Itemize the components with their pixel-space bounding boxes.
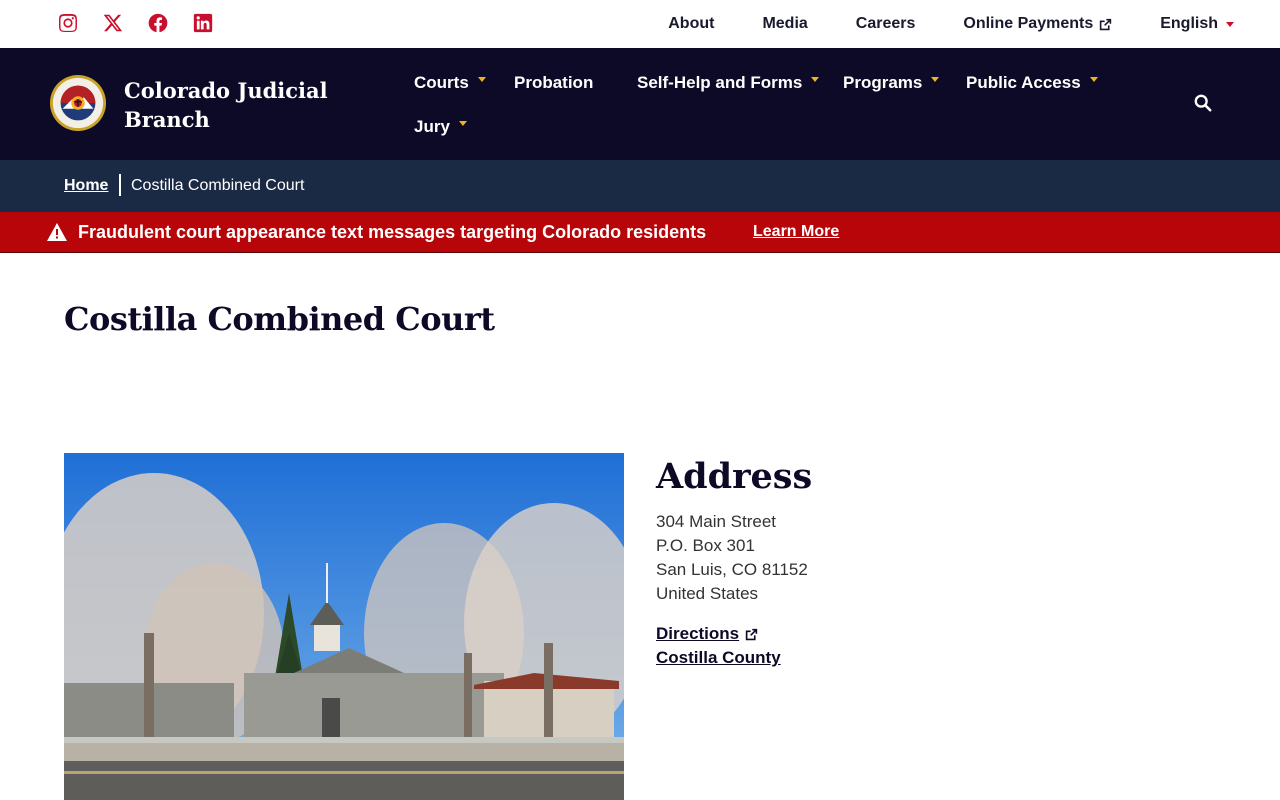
social-links <box>57 12 237 34</box>
linkedin-icon[interactable] <box>192 12 214 34</box>
chevron-down-icon <box>477 76 486 82</box>
breadcrumb: Home Costilla Combined Court <box>0 160 1280 212</box>
nav-programs[interactable]: Programs <box>843 73 940 93</box>
nav-public-access[interactable]: Public Access <box>966 73 1098 93</box>
online-payments-link[interactable]: Online Payments <box>963 15 1112 33</box>
about-link[interactable]: About <box>668 15 714 33</box>
nav-jury[interactable]: Jury <box>414 117 467 137</box>
media-link[interactable]: Media <box>762 15 807 33</box>
nav-courts[interactable]: Courts <box>414 73 486 93</box>
address-line-4: United States <box>656 584 759 603</box>
chevron-down-icon <box>931 76 940 82</box>
external-link-icon <box>745 628 758 640</box>
address-heading: Address <box>656 456 813 497</box>
x-icon[interactable] <box>102 12 124 34</box>
chevron-down-icon <box>1089 76 1098 82</box>
courthouse-photo <box>64 453 624 800</box>
address-links: Directions Costilla County <box>656 622 781 670</box>
address-line-2: P.O. Box 301 <box>656 536 755 555</box>
main-header: Colorado Judicial Branch Courts Probatio… <box>0 48 1280 160</box>
breadcrumb-current: Costilla Combined Court <box>131 177 305 194</box>
utility-bar: About Media Careers Online Payments Engl… <box>0 0 1280 48</box>
facebook-icon[interactable] <box>147 12 169 34</box>
careers-link[interactable]: Careers <box>856 15 916 33</box>
warning-icon <box>47 223 67 241</box>
court-seal-logo[interactable] <box>49 74 107 132</box>
address-line-1: 304 Main Street <box>656 512 777 531</box>
county-link[interactable]: Costilla County <box>656 646 781 670</box>
nav-probation[interactable]: Probation <box>514 73 593 93</box>
external-link-icon <box>1100 18 1112 30</box>
page-title: Costilla Combined Court <box>64 300 495 338</box>
search-button[interactable] <box>1194 94 1214 114</box>
chevron-down-icon <box>811 76 820 82</box>
search-icon <box>1194 94 1212 112</box>
address-line-3: San Luis, CO 81152 <box>656 560 808 579</box>
alert-banner: Fraudulent court appearance text message… <box>0 212 1280 253</box>
learn-more-link[interactable]: Learn More <box>753 223 839 241</box>
language-selector[interactable]: English <box>1160 15 1234 33</box>
chevron-down-icon <box>1226 21 1234 27</box>
nav-self-help-forms[interactable]: Self-Help and Forms <box>637 73 820 93</box>
address-block: 304 Main Street P.O. Box 301 San Luis, C… <box>656 510 808 606</box>
instagram-icon[interactable] <box>57 12 79 34</box>
directions-link[interactable]: Directions <box>656 622 781 646</box>
utility-nav: About Media Careers Online Payments Engl… <box>620 0 1234 48</box>
breadcrumb-separator <box>119 174 121 196</box>
chevron-down-icon <box>458 120 467 126</box>
site-brand[interactable]: Colorado Judicial Branch <box>124 76 344 134</box>
breadcrumb-home[interactable]: Home <box>64 177 108 195</box>
alert-message: Fraudulent court appearance text message… <box>78 222 707 242</box>
